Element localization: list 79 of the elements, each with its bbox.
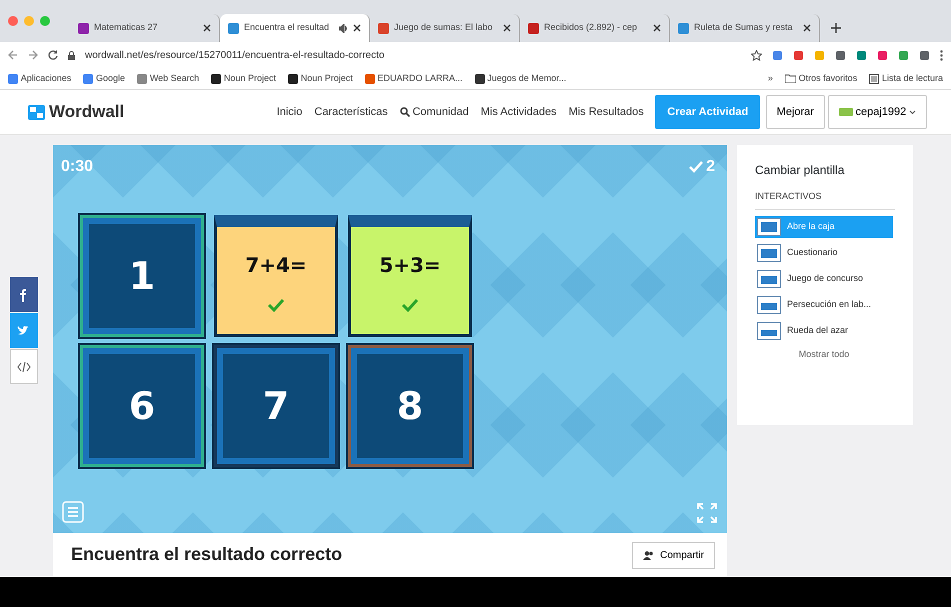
- number-card[interactable]: 8: [348, 345, 472, 467]
- template-item[interactable]: Persecución en lab...: [755, 294, 893, 316]
- extension-icon[interactable]: [772, 50, 783, 60]
- embed-share-button[interactable]: [10, 349, 38, 384]
- panel-title: Cambiar plantilla: [755, 162, 846, 179]
- folder-icon: [784, 74, 796, 83]
- template-item[interactable]: Juego de concurso: [755, 268, 893, 290]
- number-card[interactable]: 6: [80, 345, 204, 467]
- reload-icon[interactable]: [48, 50, 58, 60]
- check-icon: [267, 298, 285, 312]
- section-heading: INTERACTIVOS: [755, 190, 895, 210]
- twitter-share-button[interactable]: [10, 313, 38, 348]
- upgrade-button[interactable]: Mejorar: [766, 94, 825, 130]
- star-icon[interactable]: [751, 50, 762, 60]
- logo-icon: [28, 104, 45, 120]
- search-icon: [400, 107, 410, 117]
- template-item[interactable]: Cuestionario: [755, 242, 893, 264]
- check-icon: [689, 161, 704, 173]
- share-button[interactable]: Compartir: [632, 542, 715, 568]
- browser-tab[interactable]: Encuentra el resultad: [220, 14, 370, 42]
- extension-icon[interactable]: [793, 50, 804, 60]
- twitter-icon: [17, 324, 31, 338]
- embed-icon: [17, 360, 31, 374]
- lock-icon: [68, 50, 75, 60]
- timer-text: 0:30: [61, 157, 94, 177]
- bookmark-link[interactable]: Noun Project: [288, 72, 353, 86]
- bookmark-link[interactable]: Google: [83, 72, 126, 86]
- score-counter: 2: [689, 155, 715, 179]
- window-control-dot[interactable]: [24, 16, 34, 26]
- template-icon: [757, 244, 781, 262]
- close-icon[interactable]: [653, 24, 661, 32]
- bookmark-link[interactable]: EDUARDO LARRA...: [364, 72, 463, 86]
- nav-link[interactable]: Mis Resultados: [562, 104, 650, 120]
- people-icon: [643, 550, 654, 560]
- number-card[interactable]: 1: [80, 215, 204, 337]
- close-icon[interactable]: [803, 24, 811, 32]
- menu-icon[interactable]: [940, 50, 943, 60]
- window-control-dot[interactable]: [40, 16, 50, 26]
- nav-link[interactable]: Mis Actividades: [474, 104, 563, 120]
- extension-icon[interactable]: [919, 50, 930, 60]
- nav-link[interactable]: Inicio: [270, 104, 308, 120]
- template-icon: [757, 296, 781, 314]
- window-control-dot[interactable]: [8, 16, 18, 26]
- speaker-icon: [339, 24, 348, 32]
- caret-icon: [909, 110, 916, 114]
- facebook-share-button[interactable]: [10, 277, 38, 312]
- template-icon: [757, 322, 781, 340]
- template-icon: [757, 218, 781, 236]
- show-all-link[interactable]: Mostrar todo: [755, 346, 893, 363]
- close-icon[interactable]: [503, 24, 511, 32]
- bookmark-link[interactable]: Noun Project: [211, 72, 276, 86]
- more-bookmarks-button[interactable]: »: [768, 72, 773, 86]
- list-icon: [869, 74, 880, 84]
- extension-icon[interactable]: [856, 50, 867, 60]
- check-icon: [401, 298, 419, 312]
- bookmark-folder[interactable]: Otros favoritos: [784, 72, 858, 86]
- bookmark-link[interactable]: Aplicaciones: [8, 72, 72, 86]
- activity-title: Encuentra el resultado correcto: [71, 544, 342, 566]
- logo-text: Wordwall: [49, 101, 124, 124]
- template-icon: [757, 270, 781, 288]
- user-menu-button[interactable]: cepaj1992: [828, 94, 927, 130]
- nav-link[interactable]: Comunidad: [394, 104, 475, 120]
- template-item[interactable]: Rueda del azar: [755, 320, 893, 342]
- back-icon[interactable]: [8, 50, 18, 60]
- badge-icon: [838, 108, 853, 116]
- bookmark-link[interactable]: Juegos de Memor...: [474, 72, 566, 86]
- nav-link[interactable]: Características: [308, 104, 394, 120]
- revealed-card[interactable]: 5+3=: [348, 215, 472, 337]
- bookmark-link[interactable]: Web Search: [137, 72, 200, 86]
- revealed-card[interactable]: 7+4=: [214, 215, 338, 337]
- new-tab-icon[interactable]: [830, 22, 842, 34]
- reading-list-button[interactable]: Lista de lectura: [869, 72, 943, 86]
- forward-icon[interactable]: [28, 50, 38, 60]
- close-icon[interactable]: [353, 24, 361, 32]
- close-icon[interactable]: [203, 24, 211, 32]
- extension-icon[interactable]: [835, 50, 846, 60]
- extension-icon[interactable]: [877, 50, 888, 60]
- extension-icon[interactable]: [898, 50, 909, 60]
- number-card[interactable]: 7: [214, 345, 338, 467]
